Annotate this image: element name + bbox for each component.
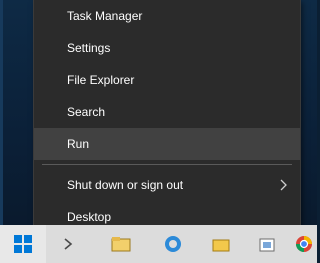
menu-item-label: Desktop: [67, 210, 112, 224]
chrome-icon: [295, 236, 312, 252]
menu-item-file-explorer[interactable]: File Explorer: [34, 64, 300, 96]
menu-item-label: Shut down or sign out: [67, 178, 184, 192]
chevron-right-icon: [280, 179, 287, 191]
menu-item-shut-down-or-sign-out[interactable]: Shut down or sign out: [34, 169, 300, 201]
menu-item-run[interactable]: Run: [34, 128, 300, 160]
folder-taskbar-button[interactable]: [204, 225, 238, 263]
menu-item-label: Run: [67, 137, 90, 151]
desktop-edge: [0, 0, 3, 225]
edge-icon: [165, 236, 181, 252]
menu-item-label: Task Manager: [67, 9, 143, 23]
menu-item-search[interactable]: Search: [34, 96, 300, 128]
edge-taskbar-button[interactable]: [156, 225, 190, 263]
folder-icon: [212, 239, 230, 252]
store-taskbar-button[interactable]: [250, 225, 284, 263]
file-explorer-taskbar-button[interactable]: [104, 225, 138, 263]
taskbar-surface: [0, 225, 317, 263]
menu-item-label: Search: [67, 105, 106, 119]
windows-start-icon: [14, 235, 32, 253]
menu-item-label: File Explorer: [67, 73, 135, 87]
menu-separator: [42, 164, 292, 165]
chrome-taskbar-button[interactable]: [290, 225, 317, 263]
taskbar: [0, 225, 317, 263]
task-view-icon: [64, 238, 73, 250]
file-explorer-icon: [111, 237, 131, 252]
task-view-button[interactable]: [52, 225, 86, 263]
menu-item-task-manager[interactable]: Task Manager: [34, 0, 300, 32]
store-icon: [259, 238, 275, 252]
start-button[interactable]: [0, 225, 46, 263]
power-user-menu: Task Manager Settings File Explorer Sear…: [34, 0, 300, 240]
menu-item-label: Settings: [67, 41, 111, 55]
menu-item-settings[interactable]: Settings: [34, 32, 300, 64]
